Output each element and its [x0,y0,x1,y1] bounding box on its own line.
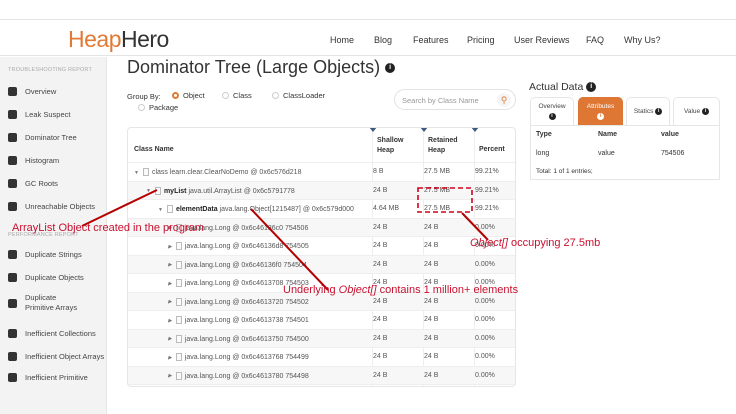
arrow-arraylist [81,189,158,227]
arrow-object [250,208,329,291]
highlight-box [417,187,473,213]
annotation-underlying: Underlying Object[] contains 1 million+ … [283,284,519,296]
arrow-occupying [461,212,489,241]
annotation-occupying: Object[] occupying 27.5mb [470,237,601,249]
annotation-overlay [81,187,489,291]
annotation-arraylist: ArrayList Object created in the program [12,222,204,234]
